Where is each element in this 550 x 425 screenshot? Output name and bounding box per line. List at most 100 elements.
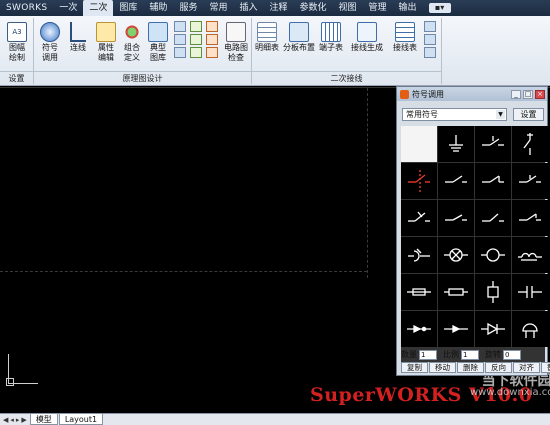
symbol-cell[interactable] [512, 311, 548, 347]
prev-layout-icon[interactable]: ◂ [10, 416, 14, 424]
tool-small-icon[interactable] [206, 47, 218, 58]
wiring-table-button[interactable]: 接线表 [390, 22, 420, 53]
scale-input[interactable]: 1 [461, 349, 479, 360]
switch-symbol-icon [519, 213, 541, 221]
move-button[interactable]: 移动 [429, 362, 456, 373]
tab-model[interactable]: 模型 [29, 414, 58, 425]
symbol-call-icon [40, 22, 60, 42]
delete-button[interactable]: 删除 [457, 362, 484, 373]
symbol-cell[interactable] [401, 200, 437, 236]
symbol-cell[interactable] [512, 237, 548, 273]
symbol-cell[interactable] [438, 311, 474, 347]
symbol-cell[interactable] [401, 163, 437, 199]
tab-common[interactable]: 常用 [203, 0, 233, 16]
tool-small-icon[interactable] [190, 21, 202, 32]
symbol-call-panel: 符号调用 _ □ × 常用符号 ▼ 设置 数量 1 比例 1 旋转 0 复制 移… [396, 86, 550, 376]
group-define-button[interactable]: 组合 定义 [120, 22, 144, 63]
symbol-cell[interactable] [512, 200, 548, 236]
circuit-check-button[interactable]: 电路图 检查 [222, 22, 250, 63]
symbol-cell[interactable] [512, 274, 548, 310]
tab-layout1[interactable]: Layout1 [58, 414, 104, 425]
symbol-call-button[interactable]: 符号 调用 [36, 22, 64, 63]
tab-output[interactable]: 输出 [393, 0, 423, 16]
attribute-label: 属性 编辑 [98, 43, 114, 62]
wiring-generate-button[interactable]: 接线生成 [348, 22, 386, 53]
symbol-cell[interactable] [438, 200, 474, 236]
tool-small-icon[interactable] [206, 21, 218, 32]
settings-button[interactable]: 设置 [513, 108, 544, 121]
tab-parametric[interactable]: 参数化 [294, 0, 333, 16]
reverse-button[interactable]: 反向 [485, 362, 512, 373]
qty-input[interactable]: 1 [419, 349, 437, 360]
close-icon[interactable]: × [535, 89, 545, 99]
sheet-draw-label: 图幅 绘制 [9, 43, 25, 62]
bill-table-button[interactable]: 明细表 [254, 22, 280, 53]
layout-nav-arrows: ◀ ◂ ▸ ▶ [0, 416, 30, 424]
symbol-cell[interactable] [401, 237, 437, 273]
replace-button[interactable]: 替换 [541, 362, 550, 373]
tool-small-icon[interactable] [424, 34, 436, 45]
last-layout-icon[interactable]: ▶ [21, 416, 26, 424]
first-layout-icon[interactable]: ◀ [3, 416, 8, 424]
symbol-category-select[interactable]: 常用符号 ▼ [402, 108, 507, 121]
tool-small-icon[interactable] [174, 47, 186, 58]
wire-button[interactable]: 连线 [66, 22, 90, 53]
tab-manage[interactable]: 管理 [363, 0, 393, 16]
layout-tab-bar: ◀ ◂ ▸ ▶ 模型 Layout1 [0, 413, 550, 425]
symbol-cell[interactable] [401, 311, 437, 347]
symbol-cell[interactable] [475, 237, 511, 273]
symbol-cell[interactable] [512, 163, 548, 199]
tool-small-icon[interactable] [174, 21, 186, 32]
symbol-cell[interactable] [475, 274, 511, 310]
tab-library[interactable]: 图库 [113, 0, 143, 16]
tool-small-icon[interactable] [424, 21, 436, 32]
tool-small-icon[interactable] [190, 47, 202, 58]
tab-service[interactable]: 服务 [173, 0, 203, 16]
typical-library-button[interactable]: 典型 图库 [146, 22, 170, 63]
panel-title: 符号调用 [412, 89, 444, 99]
maximize-icon[interactable]: □ [523, 89, 533, 99]
tool-small-icon[interactable] [206, 34, 218, 45]
board-layout-button[interactable]: 分板布置 [282, 22, 316, 53]
copy-button[interactable]: 复制 [401, 362, 428, 373]
tab-primary[interactable]: 一次 [53, 0, 83, 16]
tab-insert[interactable]: 插入 [233, 0, 263, 16]
meter-symbol-icon [481, 248, 505, 262]
symbol-cell[interactable] [475, 311, 511, 347]
tool-small-icon[interactable] [174, 34, 186, 45]
panel-titlebar[interactable]: 符号调用 _ □ × [397, 87, 547, 101]
symbol-cell[interactable] [401, 126, 437, 162]
tab-assist[interactable]: 辅助 [143, 0, 173, 16]
diode-symbol-icon [481, 322, 505, 336]
sheet-draw-button[interactable]: A3 图幅 绘制 [4, 22, 30, 63]
tab-view[interactable]: 视图 [333, 0, 363, 16]
symbol-cell[interactable] [512, 126, 548, 162]
symbol-cell[interactable] [401, 274, 437, 310]
delay-contact-symbol-icon [519, 175, 541, 183]
terminal-block-symbol-icon [407, 324, 431, 334]
symbol-grid [401, 126, 548, 362]
fuse-symbol-icon [407, 288, 431, 296]
no-contact-symbol-icon [445, 175, 467, 183]
terminal-table-button[interactable]: 端子表 [318, 22, 344, 53]
symbol-cell[interactable] [438, 126, 474, 162]
rotate-select[interactable]: 0 [503, 349, 521, 360]
next-layout-icon[interactable]: ▸ [16, 416, 20, 424]
layout-label: 分板布置 [283, 43, 315, 52]
small-tools-column-3 [206, 21, 218, 58]
symbol-cell[interactable] [438, 274, 474, 310]
minimize-icon[interactable]: _ [511, 89, 521, 99]
symbol-cell[interactable] [475, 200, 511, 236]
tool-small-icon[interactable] [424, 47, 436, 58]
tab-annotate[interactable]: 注释 [263, 0, 293, 16]
align-button[interactable]: 对齐 [513, 362, 540, 373]
symbol-cell[interactable] [475, 126, 511, 162]
connector-symbol-icon [444, 324, 468, 334]
ribbon-toggle-button[interactable]: ▪▾ [428, 3, 451, 13]
symbol-cell[interactable] [438, 163, 474, 199]
tool-small-icon[interactable] [190, 34, 202, 45]
symbol-cell[interactable] [475, 163, 511, 199]
symbol-cell[interactable] [438, 237, 474, 273]
attribute-edit-button[interactable]: 属性 编辑 [94, 22, 118, 63]
tab-secondary[interactable]: 二次 [83, 0, 114, 16]
